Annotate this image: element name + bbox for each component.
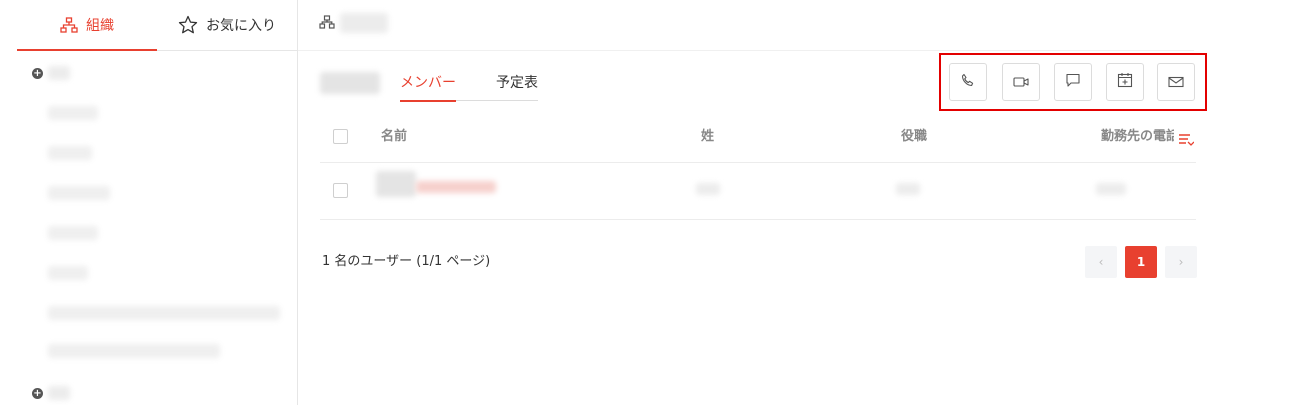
- tab-organization-label: 組織: [86, 18, 114, 34]
- column-header-work-phone[interactable]: 勤務先の電話: [1101, 118, 1174, 162]
- row-checkbox[interactable]: [333, 183, 348, 198]
- redacted-node[interactable]: [48, 186, 110, 200]
- redacted-node[interactable]: [48, 106, 98, 120]
- org-chart-icon: [60, 17, 78, 33]
- redacted-group-name: [320, 72, 380, 94]
- redacted-cell: [1096, 183, 1126, 195]
- expand-icon[interactable]: +: [32, 68, 43, 79]
- star-icon: [178, 15, 198, 35]
- active-tab-underline: [400, 100, 456, 102]
- tab-favorites-label: お気に入り: [206, 18, 276, 34]
- tab-organization[interactable]: 組織: [17, 0, 157, 50]
- redacted-node[interactable]: [48, 306, 280, 320]
- tab-favorites[interactable]: お気に入り: [157, 0, 297, 50]
- breadcrumb: [298, 0, 1194, 51]
- pagination-next-button[interactable]: ›: [1165, 246, 1197, 278]
- column-header-title[interactable]: 役職: [901, 118, 927, 162]
- redacted-node[interactable]: [48, 266, 88, 280]
- redacted-cell: [696, 183, 720, 195]
- sidebar: 組織 お気に入り + +: [0, 0, 298, 405]
- org-tree: + +: [0, 50, 297, 405]
- org-chart-icon: [319, 14, 335, 33]
- expand-icon[interactable]: +: [32, 388, 43, 399]
- redacted-name-link[interactable]: [416, 181, 496, 193]
- column-filter-icon[interactable]: [1178, 132, 1195, 151]
- column-header-lastname[interactable]: 姓: [701, 118, 714, 162]
- table-row[interactable]: [320, 163, 1196, 219]
- pagination-prev-button[interactable]: ‹: [1085, 246, 1117, 278]
- select-all-checkbox[interactable]: [333, 129, 348, 144]
- pagination-page-1[interactable]: 1: [1125, 246, 1157, 278]
- redacted-node[interactable]: [48, 146, 92, 160]
- redacted-node[interactable]: [48, 386, 70, 400]
- redacted-avatar: [376, 171, 416, 197]
- tab-divider: [456, 100, 538, 101]
- redacted-node[interactable]: [48, 66, 70, 80]
- redacted-node[interactable]: [48, 226, 98, 240]
- redacted-cell: [896, 183, 920, 195]
- tab-schedule[interactable]: 予定表: [496, 72, 538, 102]
- row-divider: [320, 219, 1196, 220]
- tab-members[interactable]: メンバー: [400, 72, 456, 102]
- actions-highlight-box: [939, 53, 1207, 111]
- result-summary: 1 名のユーザー (1/1 ページ): [322, 254, 491, 269]
- redacted-breadcrumb[interactable]: [340, 13, 388, 33]
- column-header-name[interactable]: 名前: [381, 118, 407, 162]
- sidebar-tabs: 組織 お気に入り: [17, 0, 297, 51]
- redacted-node[interactable]: [48, 344, 220, 358]
